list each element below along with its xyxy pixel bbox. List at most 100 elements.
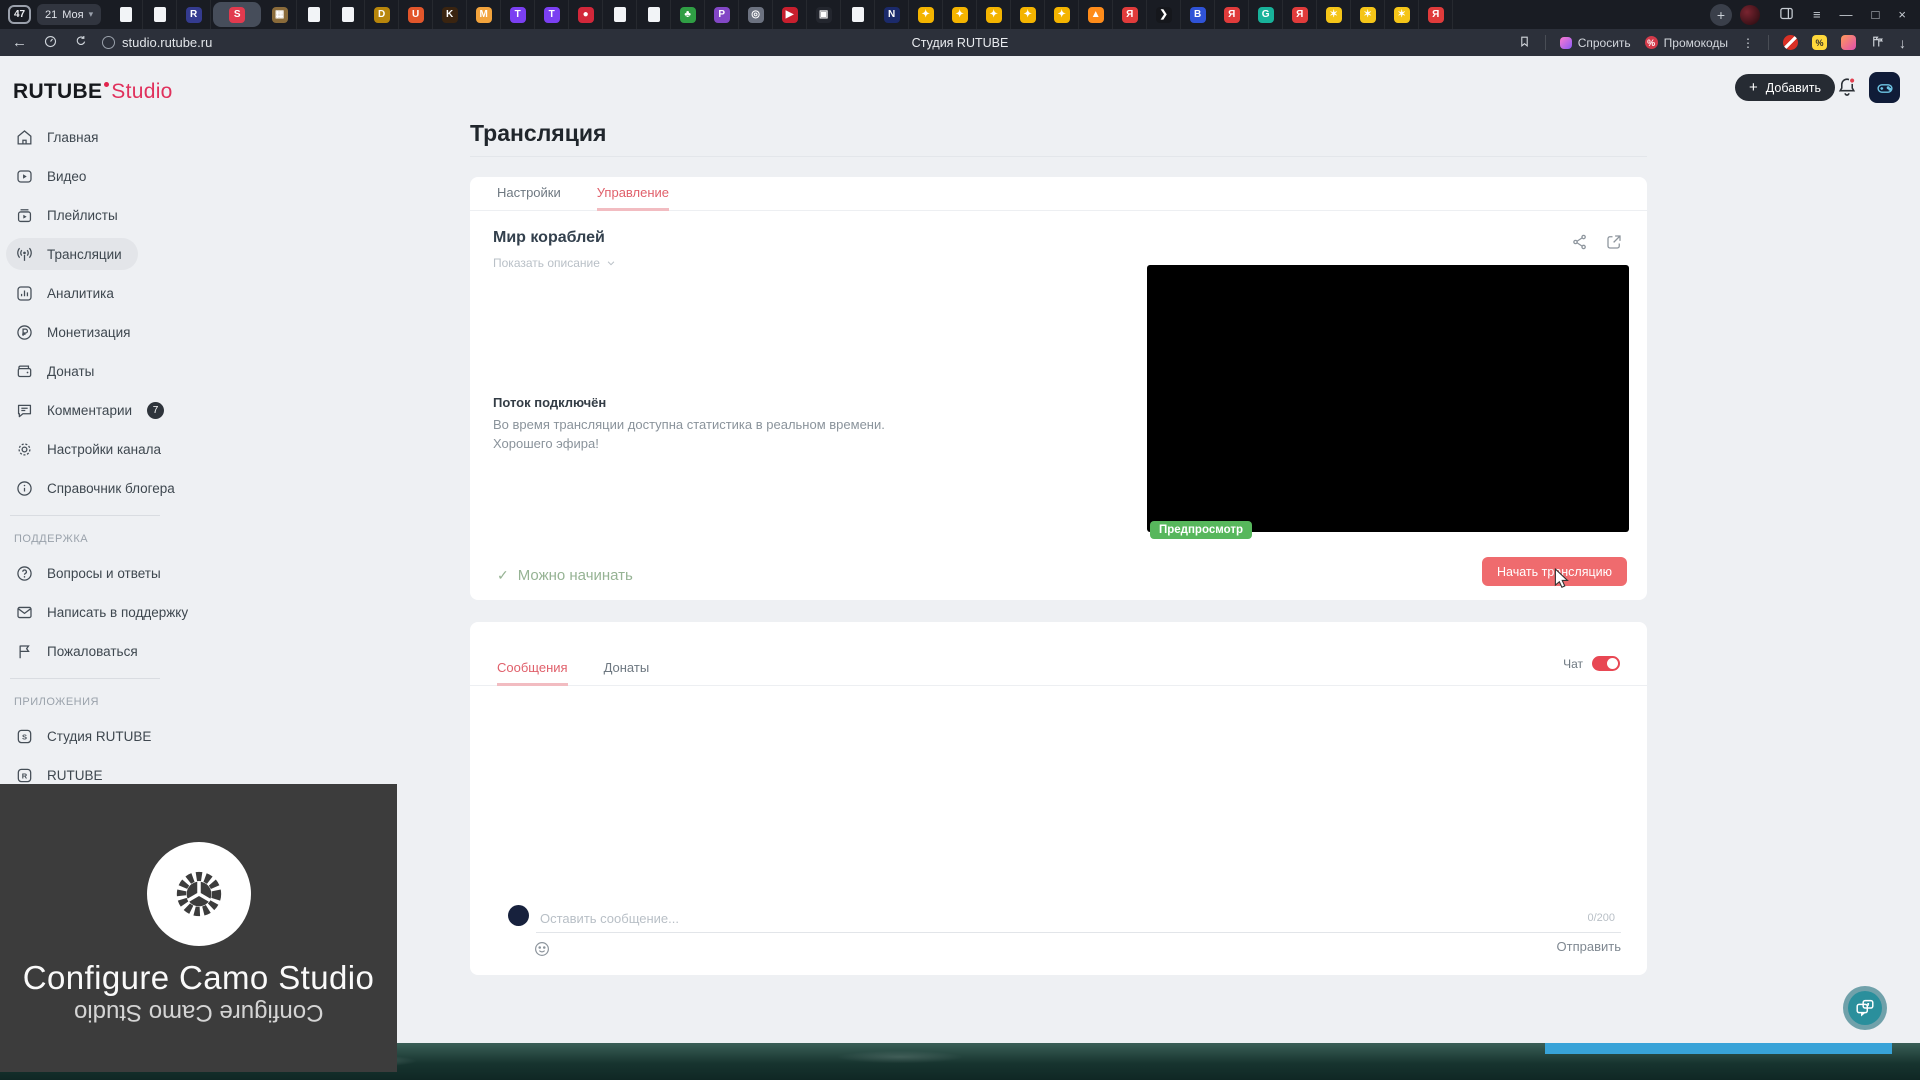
g-shield-tab[interactable]: G bbox=[1249, 0, 1283, 29]
tab-settings[interactable]: Настройки bbox=[497, 185, 561, 211]
mouse-cursor bbox=[1552, 568, 1572, 595]
yellow-site-tab[interactable]: ✦ bbox=[909, 0, 943, 29]
yellow-site-tab[interactable]: ✦ bbox=[943, 0, 977, 29]
green-site-tab[interactable]: ♣ bbox=[671, 0, 705, 29]
show-description-toggle[interactable]: Показать описание bbox=[493, 256, 616, 270]
video-site-tab[interactable]: ▶ bbox=[773, 0, 807, 29]
refresh-button[interactable] bbox=[74, 34, 88, 51]
page-tab[interactable] bbox=[603, 0, 637, 29]
tab-control[interactable]: Управление bbox=[597, 185, 669, 211]
download-icon[interactable]: ↓ bbox=[1899, 35, 1906, 51]
arrow-site-tab[interactable]: ❯ bbox=[1147, 0, 1181, 29]
promo-button[interactable]: % Промокоды bbox=[1645, 36, 1728, 50]
sidebar-item-monetization[interactable]: Монетизация bbox=[6, 316, 146, 348]
tab-favicon: ♣ bbox=[680, 7, 696, 23]
chat-toggle[interactable] bbox=[1592, 656, 1620, 671]
p-site-tab[interactable]: P bbox=[705, 0, 739, 29]
kebab-menu-icon[interactable]: ⋮ bbox=[1742, 36, 1754, 50]
sidebar-item-analytics[interactable]: Аналитика bbox=[6, 277, 130, 309]
b-shield-tab[interactable]: B bbox=[1181, 0, 1215, 29]
n-site-tab[interactable]: N bbox=[875, 0, 909, 29]
browser-profile-avatar[interactable] bbox=[1740, 5, 1760, 25]
twitch-tab[interactable]: T bbox=[501, 0, 535, 29]
analytics-icon bbox=[15, 284, 34, 303]
adblock-extension-icon[interactable] bbox=[1783, 35, 1798, 50]
back-button[interactable]: ← bbox=[12, 34, 27, 51]
yandex-tab[interactable]: Я bbox=[1215, 0, 1249, 29]
close-button[interactable]: × bbox=[1898, 7, 1906, 22]
bookmark-icon[interactable] bbox=[1518, 35, 1531, 51]
page-tab[interactable] bbox=[297, 0, 331, 29]
d-site-tab[interactable]: D bbox=[365, 0, 399, 29]
sidebar-item-label: Настройки канала bbox=[47, 442, 161, 457]
red-dot-tab[interactable]: ● bbox=[569, 0, 603, 29]
yandex-tab[interactable]: Я bbox=[1113, 0, 1147, 29]
share-icon[interactable] bbox=[1571, 233, 1589, 256]
u-site-tab[interactable]: U bbox=[399, 0, 433, 29]
sidebar-item-home[interactable]: Главная bbox=[6, 121, 114, 153]
rutube-studio-tab[interactable]: S bbox=[213, 2, 261, 27]
tab-counter-button[interactable]: 47 bbox=[8, 5, 31, 24]
page-tab[interactable] bbox=[841, 0, 875, 29]
twitch-tab[interactable]: T bbox=[535, 0, 569, 29]
sidebar-item-comments[interactable]: Комментарии7 bbox=[6, 394, 180, 426]
notifications-bell-icon[interactable] bbox=[1836, 76, 1858, 98]
send-button[interactable]: Отправить bbox=[1557, 939, 1621, 954]
tab-strip: RS▦DUKMTT●♣P◎▶▣N✦✦✦✦✦▲Я❯BЯGЯ✶✶✶Я bbox=[109, 0, 1702, 29]
rutube-studio-logo[interactable]: RUTUBE Studio bbox=[13, 80, 173, 104]
yellow-site-tab[interactable]: ✦ bbox=[1011, 0, 1045, 29]
extension-icon[interactable] bbox=[1841, 35, 1856, 50]
address-bar[interactable]: studio.rutube.ru bbox=[102, 35, 212, 50]
new-tab-button[interactable]: + bbox=[1710, 4, 1732, 26]
yellow-site-tab[interactable]: ✦ bbox=[977, 0, 1011, 29]
tv-site-tab[interactable]: ▣ bbox=[807, 0, 841, 29]
open-external-icon[interactable] bbox=[1605, 233, 1623, 256]
minimize-button[interactable]: — bbox=[1840, 7, 1853, 22]
sidebar-item-donations[interactable]: Донаты bbox=[6, 355, 110, 387]
tab-favicon bbox=[154, 7, 166, 22]
tab-donations[interactable]: Донаты bbox=[604, 660, 650, 686]
tab-messages[interactable]: Сообщения bbox=[497, 660, 568, 686]
browser-dashboard-icon[interactable] bbox=[43, 34, 58, 52]
side-panel-icon[interactable] bbox=[1779, 6, 1794, 24]
gold-site-tab[interactable]: ▦ bbox=[263, 0, 297, 29]
cashback-extension-icon[interactable]: % bbox=[1812, 35, 1827, 50]
sidebar-item-broadcasts[interactable]: Трансляции bbox=[6, 238, 138, 270]
sidebar-item-channel-settings[interactable]: Настройки канала bbox=[6, 433, 177, 465]
page-tab[interactable] bbox=[109, 0, 143, 29]
yellow-site-tab[interactable]: ✦ bbox=[1045, 0, 1079, 29]
yandex-tab[interactable]: Я bbox=[1419, 0, 1453, 29]
spark-site-tab[interactable]: ✶ bbox=[1317, 0, 1351, 29]
flag-icon bbox=[15, 642, 34, 661]
sidebar-item-faq[interactable]: Вопросы и ответы bbox=[6, 557, 177, 589]
restore-button[interactable]: □ bbox=[1872, 7, 1880, 22]
page-tab[interactable] bbox=[143, 0, 177, 29]
globe-site-tab[interactable]: ◎ bbox=[739, 0, 773, 29]
yandex-tab[interactable]: Я bbox=[1283, 0, 1317, 29]
sidebar-item-support[interactable]: Написать в поддержку bbox=[6, 596, 204, 628]
ask-button[interactable]: Спросить bbox=[1560, 36, 1631, 50]
page-tab[interactable] bbox=[331, 0, 365, 29]
channel-avatar[interactable] bbox=[1869, 72, 1900, 103]
emoji-icon[interactable] bbox=[533, 940, 551, 958]
flags-extension-icon[interactable] bbox=[1870, 34, 1885, 52]
browser-menu-icon[interactable]: ≡ bbox=[1813, 7, 1821, 22]
sidebar-item-video[interactable]: Видео bbox=[6, 160, 102, 192]
sidebar-item-playlists[interactable]: Плейлисты bbox=[6, 199, 134, 231]
fire-site-tab[interactable]: ▲ bbox=[1079, 0, 1113, 29]
page-tab[interactable] bbox=[637, 0, 671, 29]
add-button[interactable]: + Добавить bbox=[1735, 74, 1835, 101]
tab-group-button[interactable]: 21 Моя ▾ bbox=[37, 4, 101, 25]
k-site-tab[interactable]: K bbox=[433, 0, 467, 29]
sidebar-item-studio-app[interactable]: SСтудия RUTUBE bbox=[6, 720, 167, 752]
m-site-tab[interactable]: M bbox=[467, 0, 501, 29]
chat-message-input[interactable]: Оставить сообщение... bbox=[540, 911, 679, 926]
sidebar-item-blogger-guide[interactable]: Справочник блогера bbox=[6, 472, 191, 504]
support-chat-fab[interactable] bbox=[1843, 986, 1887, 1030]
spark-site-tab[interactable]: ✶ bbox=[1385, 0, 1419, 29]
sidebar-item-label: Написать в поддержку bbox=[47, 605, 188, 620]
tab-favicon: ▣ bbox=[816, 7, 832, 23]
spark-site-tab[interactable]: ✶ bbox=[1351, 0, 1385, 29]
r-site-tab[interactable]: R bbox=[177, 0, 211, 29]
sidebar-item-report[interactable]: Пожаловаться bbox=[6, 635, 154, 667]
